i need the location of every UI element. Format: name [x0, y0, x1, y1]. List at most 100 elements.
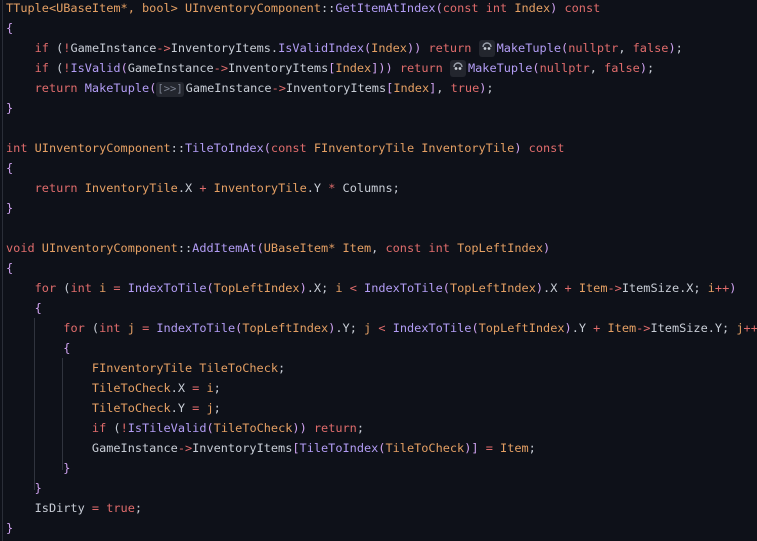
- code-token: )): [292, 421, 307, 435]
- code-token: InventoryTile: [206, 181, 307, 195]
- code-token: ;: [213, 401, 221, 415]
- code-token: MakeTuple: [84, 81, 150, 95]
- code-line[interactable]: IsDirty = true;: [6, 498, 142, 518]
- code-token: TileToCheck: [213, 421, 293, 435]
- code-token: InventoryItems: [192, 441, 293, 455]
- code-line[interactable]: TTuple<UBaseItem*, bool> UInventoryCompo…: [6, 0, 600, 18]
- code-token: GameInstance: [185, 81, 272, 95]
- code-token: ItemSize.X;: [621, 281, 708, 295]
- code-line[interactable]: GameInstance->InventoryItems[TileToIndex…: [6, 438, 536, 458]
- code-token: FInventoryTile TileToCheck: [91, 361, 279, 375]
- code-token: true: [450, 81, 480, 95]
- code-token: (: [435, 1, 443, 15]
- code-token: TileToCheck: [91, 381, 171, 395]
- code-line[interactable]: }: [6, 458, 70, 478]
- code-token: const: [270, 141, 314, 155]
- code-token: const int: [385, 241, 458, 255]
- code-token: IndexToTile: [156, 321, 236, 335]
- code-line[interactable]: for (int j = IndexToTile(TopLeftIndex).Y…: [6, 318, 757, 338]
- code-token: ): [564, 321, 572, 335]
- code-token: j: [199, 401, 214, 415]
- code-token: ;: [134, 501, 143, 515]
- code-token: if: [34, 61, 49, 75]
- code-token: ;: [278, 361, 286, 375]
- code-token: j: [736, 321, 744, 335]
- code-line[interactable]: for (int i = IndexToTile(TopLeftIndex).X…: [6, 278, 737, 298]
- code-token: const int: [442, 1, 515, 15]
- code-token: TileToIndex: [185, 141, 264, 155]
- code-line[interactable]: if (!IsValid(GameInstance->InventoryItem…: [6, 58, 654, 78]
- code-line[interactable]: void UInventoryComponent::AddItemAt(UBas…: [6, 238, 550, 258]
- code-token: {: [6, 161, 14, 175]
- copilot-icon[interactable]: [478, 40, 495, 57]
- code-line[interactable]: {: [6, 18, 13, 38]
- code-token: if: [91, 421, 107, 435]
- code-line[interactable]: int UInventoryComponent::TileToIndex(con…: [6, 138, 564, 158]
- code-token: ;: [356, 421, 365, 435]
- code-token: GetItemAtIndex: [335, 1, 436, 15]
- code-token: ): [639, 61, 647, 75]
- code-token: false: [632, 41, 669, 55]
- code-token: {: [63, 341, 71, 355]
- code-token: AddItemAt: [192, 241, 257, 255]
- code-token: UInventoryComponent: [34, 141, 171, 155]
- code-token: {: [6, 261, 14, 275]
- code-token: .Y: [170, 401, 193, 415]
- code-token: return: [421, 41, 479, 55]
- parameter-hint[interactable]: [>>]: [156, 82, 184, 97]
- code-line[interactable]: {: [6, 298, 42, 318]
- code-token: TTuple<UBaseItem*, bool>: [6, 1, 185, 15]
- code-token: .X: [543, 281, 565, 295]
- code-line[interactable]: if (!IsTileValid(TileToCheck)) return;: [6, 418, 364, 438]
- code-token: ,: [589, 61, 605, 75]
- code-line[interactable]: }: [6, 518, 13, 538]
- code-line[interactable]: FInventoryTile TileToCheck;: [6, 358, 285, 378]
- code-token: if: [34, 41, 49, 55]
- code-editor[interactable]: TTuple<UBaseItem*, bool> UInventoryCompo…: [0, 0, 757, 541]
- copilot-icon[interactable]: [449, 60, 466, 77]
- code-token: for: [63, 321, 85, 335]
- code-token: .X;: [306, 281, 336, 295]
- code-token: ,: [371, 241, 386, 255]
- code-token: InventoryTile: [84, 181, 178, 195]
- code-token: IsValid: [70, 61, 121, 75]
- code-token: =: [478, 441, 501, 455]
- code-line[interactable]: }: [6, 478, 42, 498]
- code-line[interactable]: TileToCheck.X = i;: [6, 378, 221, 398]
- code-token: return: [34, 81, 85, 95]
- code-token: return: [34, 181, 85, 195]
- code-token: ,: [618, 41, 633, 55]
- code-token: TopLeftIndex: [457, 241, 543, 255]
- code-token: ;: [647, 61, 655, 75]
- code-line[interactable]: return InventoryTile.X + InventoryTile.Y…: [6, 178, 400, 198]
- code-line[interactable]: {: [6, 158, 13, 178]
- code-token: (: [263, 141, 271, 155]
- code-line[interactable]: return MakeTuple([>>] GameInstance->Inven…: [6, 78, 494, 98]
- code-token: )]: [464, 441, 479, 455]
- code-token: i: [199, 381, 214, 395]
- code-line[interactable]: {: [6, 258, 13, 278]
- code-token: Item: [500, 441, 529, 455]
- editor-gutter-edge: [2, 0, 3, 541]
- code-token: ->: [213, 61, 228, 75]
- code-token: ;: [675, 41, 683, 55]
- code-token: ): [299, 281, 307, 295]
- code-line[interactable]: {: [6, 338, 70, 358]
- code-token: j: [127, 321, 135, 335]
- code-token: ++: [714, 281, 730, 295]
- code-line[interactable]: }: [6, 198, 13, 218]
- code-line[interactable]: if (!GameInstance->InventoryItems.IsVali…: [6, 38, 683, 58]
- code-line[interactable]: }: [6, 98, 13, 118]
- code-token: TopLeftIndex: [242, 321, 329, 335]
- code-token: (: [120, 61, 128, 75]
- code-token: ;: [213, 381, 221, 395]
- code-token: ->: [636, 321, 651, 335]
- code-token: IndexToTile: [127, 281, 207, 295]
- code-token: IsDirty: [6, 501, 92, 515]
- code-line[interactable]: TileToCheck.Y = j;: [6, 398, 221, 418]
